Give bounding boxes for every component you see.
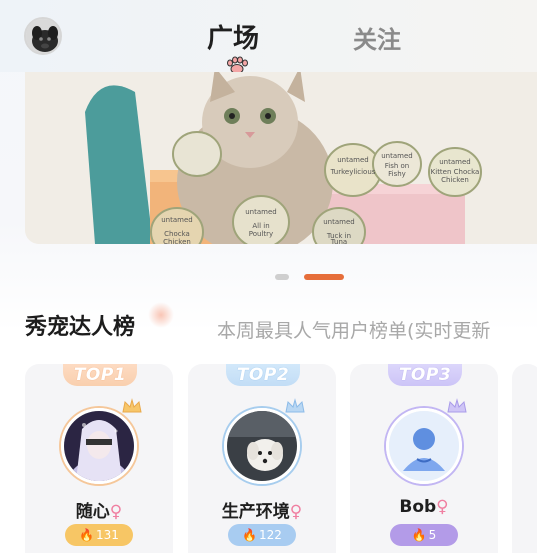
decor-dot — [148, 302, 174, 328]
female-icon: ♀ — [289, 502, 303, 522]
crown-icon — [447, 398, 467, 413]
flame-icon: 🔥 — [79, 528, 95, 542]
user-avatar[interactable] — [24, 17, 62, 55]
popularity-value: 131 — [96, 528, 119, 542]
avatar[interactable] — [224, 408, 300, 484]
tab-follow[interactable]: 关注 — [353, 20, 401, 55]
tab-square[interactable]: 广场 — [207, 18, 259, 55]
ranking-card-2[interactable]: TOP2 生产环境♀ 🔥 122 — [188, 364, 336, 553]
crown-icon — [285, 398, 305, 413]
svg-text:Poultry: Poultry — [249, 230, 273, 238]
avatar[interactable] — [61, 408, 137, 484]
svg-text:Chicken: Chicken — [163, 238, 191, 244]
white-dog-avatar-icon — [227, 411, 297, 481]
user-name-text: 随心 — [75, 502, 110, 522]
user-name: 随心♀ — [25, 497, 173, 522]
carousel-indicator — [0, 274, 537, 282]
ranking-title: 秀宠达人榜 — [25, 315, 136, 340]
user-name-text: Bob — [399, 497, 437, 517]
rank-badge: TOP1 — [63, 364, 137, 386]
top-header: 广场 关注 — [0, 0, 537, 74]
popularity-value: 5 — [428, 528, 437, 542]
ranking-card-3[interactable]: TOP3 Bob♀ 🔥 5 — [350, 364, 498, 553]
ranking-subtitle: 本周最具人气用户榜单(实时更新 — [217, 320, 491, 342]
svg-text:Chicken: Chicken — [441, 176, 469, 184]
svg-text:untamed: untamed — [381, 152, 412, 160]
user-name: Bob♀ — [350, 497, 498, 517]
svg-text:untamed: untamed — [161, 216, 192, 224]
female-icon: ♀ — [109, 502, 123, 522]
rank-badge: TOP2 — [226, 364, 300, 386]
carousel-dot-2-active[interactable] — [304, 274, 344, 280]
popularity-badge: 🔥 131 — [65, 524, 133, 546]
female-icon: ♀ — [436, 497, 449, 517]
dog-avatar-icon — [26, 19, 60, 53]
user-name: 生产环境♀ — [188, 497, 336, 522]
popularity-badge: 🔥 5 — [390, 524, 458, 546]
promo-banner[interactable]: untamed Chocka Chicken untamed All in Po… — [25, 72, 537, 244]
cat-product-banner-image: untamed Chocka Chicken untamed All in Po… — [25, 72, 537, 244]
svg-text:Fish on: Fish on — [385, 162, 410, 170]
anime-girl-avatar-icon — [64, 411, 134, 481]
svg-text:untamed: untamed — [337, 156, 368, 164]
flame-icon: 🔥 — [242, 528, 258, 542]
svg-text:untamed: untamed — [323, 218, 354, 226]
user-name-text: 生产环境 — [221, 502, 290, 522]
avatar[interactable] — [386, 408, 462, 484]
svg-text:Tuna: Tuna — [330, 238, 347, 244]
svg-text:Kitten Chocka: Kitten Chocka — [431, 168, 480, 176]
svg-text:All in: All in — [252, 222, 269, 230]
crown-icon — [122, 398, 142, 413]
popularity-badge: 🔥 122 — [228, 524, 296, 546]
ranking-subtitle-wrap: 本周最具人气用户榜单(实时更新 — [217, 310, 537, 344]
popularity-value: 122 — [259, 528, 282, 542]
ranking-card-4-partial[interactable] — [512, 364, 537, 553]
rank-badge: TOP3 — [388, 364, 462, 386]
svg-text:untamed: untamed — [439, 158, 470, 166]
svg-text:Fishy: Fishy — [388, 170, 406, 178]
ranking-card-1[interactable]: TOP1 随心♀ 🔥 131 — [25, 364, 173, 553]
flame-icon: 🔥 — [411, 528, 427, 542]
svg-text:untamed: untamed — [245, 208, 276, 216]
svg-text:Turkeylicious: Turkeylicious — [330, 168, 376, 176]
carousel-dot-1[interactable] — [275, 274, 289, 280]
default-user-avatar-icon — [389, 411, 459, 481]
svg-text:Chocka: Chocka — [164, 230, 190, 238]
